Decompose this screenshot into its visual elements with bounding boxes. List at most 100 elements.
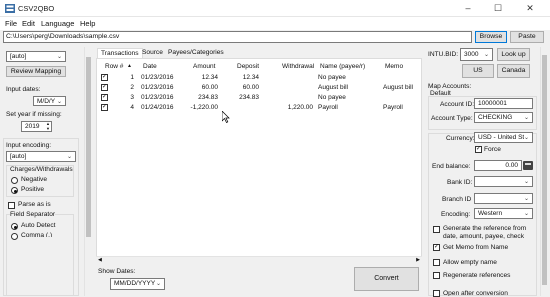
tab-payees-categories[interactable]: Payees/Categories bbox=[165, 48, 227, 58]
header-deposit[interactable]: Deposit bbox=[237, 63, 259, 70]
currency-label: Currency: bbox=[446, 135, 475, 142]
menu-bar: File Edit Language Help bbox=[0, 17, 550, 30]
row-checkbox[interactable]: ✓ bbox=[101, 74, 108, 81]
row-memo: Payroll bbox=[383, 104, 403, 111]
table-row[interactable]: ✓ 2 01/23/2016 60.00 60.00 August bill A… bbox=[96, 84, 422, 93]
branch-id-select[interactable]: ⌄ bbox=[474, 193, 533, 204]
row-checkbox[interactable]: ✓ bbox=[101, 94, 108, 101]
chevron-down-icon: ⌄ bbox=[523, 133, 529, 142]
encoding-value: [auto] bbox=[10, 153, 27, 160]
spinner-arrows-icon[interactable]: ▲ ▼ bbox=[46, 121, 50, 131]
header-row-num[interactable]: Row # bbox=[105, 63, 123, 70]
currency-select[interactable]: USD - United Sta ⌄ bbox=[474, 132, 533, 143]
header-withdrawal[interactable]: Withdrawal bbox=[282, 63, 314, 70]
show-dates-select[interactable]: MM/DD/YYYY ⌄ bbox=[110, 278, 165, 290]
row-name: Payroll bbox=[318, 104, 338, 111]
left-scrollbar-thumb[interactable] bbox=[86, 57, 91, 237]
lookup-button[interactable]: Look up bbox=[497, 48, 530, 61]
charges-label: Charges/Withdrawals bbox=[10, 166, 73, 173]
menu-language[interactable]: Language bbox=[41, 19, 74, 28]
calculator-icon[interactable] bbox=[523, 161, 533, 170]
negative-radio[interactable] bbox=[11, 177, 18, 184]
positive-radio[interactable] bbox=[11, 187, 18, 194]
comma-radio[interactable] bbox=[11, 233, 18, 240]
menu-help[interactable]: Help bbox=[80, 19, 95, 28]
intu-bid-value: 3000 bbox=[464, 51, 479, 58]
input-encoding-select[interactable]: [auto] ⌄ bbox=[6, 151, 76, 162]
account-type-value: CHECKING bbox=[478, 114, 513, 121]
template-value: [auto] bbox=[10, 53, 27, 60]
negative-label: Negative bbox=[21, 176, 48, 183]
allow-empty-label: Allow empty name bbox=[443, 259, 497, 266]
row-date: 01/23/2016 bbox=[141, 94, 174, 101]
right-scrollbar[interactable] bbox=[540, 47, 548, 296]
intu-bid-label: INTU.BID: bbox=[428, 51, 459, 58]
template-select[interactable]: [auto] ⌄ bbox=[6, 51, 66, 62]
comma-label: Comma (,) bbox=[21, 232, 53, 237]
header-date[interactable]: Date bbox=[143, 63, 157, 70]
get-memo-label: Get Memo from Name bbox=[443, 244, 509, 251]
date-format-select[interactable]: M/D/Y ⌄ bbox=[33, 96, 66, 106]
year-spinner[interactable]: 2019 ▲ ▼ bbox=[21, 121, 52, 132]
end-balance-input[interactable]: 0.00 bbox=[474, 160, 522, 171]
close-button[interactable]: ✕ bbox=[515, 0, 545, 16]
show-dates-value: MM/DD/YYYY bbox=[114, 280, 156, 287]
header-amount[interactable]: Amount bbox=[193, 63, 215, 70]
row-withdrawal: 1,220.00 bbox=[287, 104, 313, 111]
get-memo-checkbox[interactable]: ✓ bbox=[433, 244, 440, 251]
year-value: 2019 bbox=[25, 123, 40, 130]
regenerate-label: Regenerate references bbox=[443, 272, 511, 279]
date-format-value: M/D/Y bbox=[37, 98, 56, 105]
right-scrollbar-thumb[interactable] bbox=[542, 55, 547, 285]
review-mapping-button[interactable]: Review Mapping bbox=[6, 66, 66, 77]
convert-button[interactable]: Convert bbox=[354, 267, 419, 291]
table-row[interactable]: ✓ 3 01/23/2016 234.83 234.83 No payee bbox=[96, 94, 422, 103]
branch-id-label: Branch ID bbox=[442, 196, 472, 203]
csv2qbo-window: CSV2QBO – ☐ ✕ File Edit Language Help C:… bbox=[0, 0, 550, 297]
table-horizontal-scrollbar[interactable]: ◀ ▶ bbox=[96, 256, 422, 264]
auto-detect-radio[interactable] bbox=[11, 223, 18, 230]
maximize-button[interactable]: ☐ bbox=[483, 0, 513, 16]
header-name[interactable]: Name (payee/r) bbox=[320, 63, 365, 70]
title-bar: CSV2QBO – ☐ ✕ bbox=[0, 0, 550, 17]
regenerate-checkbox[interactable] bbox=[433, 272, 440, 279]
open-after-label: Open after conversion bbox=[443, 290, 508, 296]
row-date: 01/23/2016 bbox=[141, 84, 174, 91]
menu-edit[interactable]: Edit bbox=[22, 19, 35, 28]
left-scrollbar[interactable] bbox=[84, 47, 92, 296]
paste-button[interactable]: Paste bbox=[510, 31, 544, 43]
scroll-left-icon[interactable]: ◀ bbox=[98, 257, 102, 263]
generate-ref-checkbox[interactable] bbox=[433, 226, 440, 233]
force-checkbox[interactable]: ✓ bbox=[475, 146, 482, 153]
file-path-input[interactable]: C:\Users\perg\Downloads\sample.csv bbox=[3, 31, 472, 43]
mouse-cursor-icon bbox=[222, 111, 230, 123]
chevron-down-icon: ⌄ bbox=[56, 54, 62, 60]
output-encoding-select[interactable]: Western ⌄ bbox=[474, 208, 533, 219]
account-id-input[interactable]: 10000001 bbox=[474, 98, 533, 109]
row-checkbox[interactable]: ✓ bbox=[101, 84, 108, 91]
tab-transactions[interactable]: Transactions bbox=[97, 48, 143, 58]
row-deposit: 234.83 bbox=[239, 94, 259, 101]
table-row[interactable]: ✓ 4 01/24/2016 -1,220.00 1,220.00 Payrol… bbox=[96, 104, 422, 113]
allow-empty-checkbox[interactable] bbox=[433, 259, 440, 266]
parse-as-is-checkbox[interactable] bbox=[8, 202, 15, 209]
canada-button[interactable]: Canada bbox=[497, 64, 530, 78]
us-button[interactable]: US bbox=[462, 64, 494, 78]
menu-file[interactable]: File bbox=[5, 19, 17, 28]
tab-source[interactable]: Source bbox=[139, 48, 166, 58]
header-memo[interactable]: Memo bbox=[385, 63, 403, 70]
row-checkbox[interactable]: ✓ bbox=[101, 104, 108, 111]
browse-button[interactable]: Browse bbox=[475, 31, 507, 43]
positive-label: Positive bbox=[21, 186, 45, 193]
sort-asc-icon: ▲ bbox=[127, 63, 132, 69]
chevron-down-icon: ⌄ bbox=[56, 99, 62, 105]
minimize-button[interactable]: – bbox=[453, 0, 483, 16]
bank-id-select[interactable]: ⌄ bbox=[474, 176, 533, 187]
table-row[interactable]: ✓ 1 01/23/2016 12.34 12.34 No payee bbox=[96, 74, 422, 83]
scroll-right-icon[interactable]: ▶ bbox=[416, 257, 420, 263]
map-accounts-label: Map Accounts: bbox=[428, 83, 472, 90]
intu-bid-select[interactable]: 3000 ⌄ bbox=[460, 48, 493, 61]
parse-as-is-label: Parse as is bbox=[18, 201, 51, 208]
account-type-select[interactable]: CHECKING ⌄ bbox=[474, 112, 533, 123]
chevron-down-icon: ⌄ bbox=[523, 179, 529, 185]
